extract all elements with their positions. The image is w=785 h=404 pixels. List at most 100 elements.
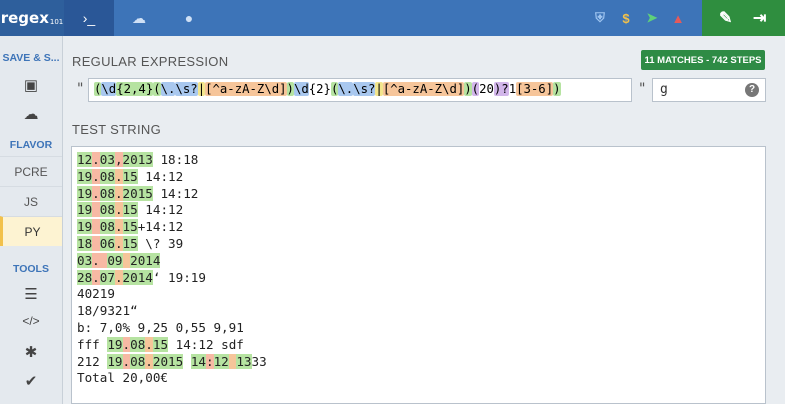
test-line: 19.08.15 14:12 <box>77 168 760 186</box>
match-segment: 12 <box>213 353 229 369</box>
test-line: 19.08.2015 14:12 <box>77 185 760 203</box>
flavor-pcre[interactable]: PCRE <box>0 156 62 186</box>
test-line: fff 19.08.15 14:12 sdf <box>77 336 760 354</box>
regex-token: \. <box>338 82 354 96</box>
cloud-upload-icon[interactable]: ☁ <box>0 105 62 123</box>
regex-input[interactable]: (\d{2,4}(\.\s?|[^a-zA-Z\d])\d{2}(\.\s?|[… <box>88 78 632 102</box>
test-line: 12.03,2013 18:18 <box>77 152 760 169</box>
text-segment: fff <box>77 336 108 352</box>
text-segment: 33 <box>251 353 267 369</box>
cloud-icon: ☁ <box>132 9 146 26</box>
regex-token: 1 <box>508 82 517 96</box>
match-segment: 03 <box>77 252 93 268</box>
check-icon[interactable]: ✔ <box>0 372 62 390</box>
match-segment: . <box>114 235 123 251</box>
regex-token: \s? <box>175 82 198 96</box>
match-segment: . <box>122 336 131 352</box>
text-segment: ‘ 19:19 <box>152 269 206 285</box>
account-bar: ✎ ⇥ <box>702 0 785 36</box>
logo-suffix: 101 <box>49 18 64 26</box>
test-line: 18 06.15 \? 39 <box>77 235 760 253</box>
save-section-heading: SAVE & S... <box>2 52 60 64</box>
tab-terminal[interactable]: ›_ <box>64 0 114 36</box>
regex-token: [3-6] <box>516 82 554 96</box>
flags-value: g <box>660 82 668 97</box>
regex-token: | <box>197 82 206 96</box>
tab-cloud[interactable]: ☁ <box>114 0 164 36</box>
match-segment: . <box>92 269 100 285</box>
text-segment: 14:12 sdf <box>168 336 244 352</box>
regex-token: [^a-zA-Z\d] <box>382 82 465 96</box>
test-line: 40219 <box>77 286 760 303</box>
match-segment: . <box>92 252 108 268</box>
shield-icon[interactable]: ⛨ <box>591 9 609 27</box>
match-segment <box>92 219 100 235</box>
match-segment: . <box>92 185 100 201</box>
match-segment: : <box>205 353 214 369</box>
match-count-badge: 11 MATCHES - 742 STEPS <box>641 50 765 70</box>
test-string-label: TEST STRING <box>72 122 162 137</box>
logo-text: regex <box>0 9 49 27</box>
test-line: 212 19.08.2015 14:12 1333 <box>77 353 760 371</box>
text-segment: 18/9321“ <box>77 303 138 319</box>
text-segment: 40219 <box>77 286 115 302</box>
help-icon[interactable]: ? <box>745 83 759 97</box>
flavor-py[interactable]: PY <box>0 216 62 246</box>
bug-icon[interactable]: ✱ <box>0 343 62 361</box>
match-segment: 15 <box>122 235 138 251</box>
match-segment: 07 <box>99 269 115 285</box>
match-segment: 2015 <box>122 185 153 201</box>
match-segment: 2015 <box>152 353 184 369</box>
match-segment: 15 <box>152 336 169 352</box>
sidebar: SAVE & S... ▣ ☁ FLAVOR PCRE JS PY TOOLS ☰ </… <box>0 36 63 404</box>
list-icon[interactable]: ☰ <box>0 285 62 303</box>
test-line: 19 08.15 14:12 <box>77 202 760 219</box>
tab-chat[interactable]: ● <box>164 0 214 36</box>
test-line: 28.07.2014‘ 19:19 <box>77 269 760 287</box>
flavor-js[interactable]: JS <box>0 186 62 216</box>
match-segment: 08 <box>99 185 115 201</box>
match-segment: 15 <box>122 219 138 235</box>
code-icon[interactable]: </> <box>0 314 62 328</box>
match-segment: 18 <box>77 235 93 251</box>
regex-token: [^a-zA-Z\d] <box>205 82 287 96</box>
match-segment: . <box>92 152 100 167</box>
regex-token: \s? <box>353 82 376 96</box>
match-segment: 08 <box>130 353 146 369</box>
regex-token: {2,4} <box>116 82 154 96</box>
warning-icon[interactable]: ▲ <box>669 9 687 27</box>
text-segment: \? 39 <box>137 235 184 251</box>
logo[interactable]: regex 101 <box>0 0 64 36</box>
text-segment: 14:12 <box>137 202 184 218</box>
test-string-input[interactable]: 12.03,2013 18:18 19.08.15 14:12 19.08.2015… <box>71 146 766 404</box>
match-segment: 08 <box>99 219 115 235</box>
text-segment: 14:12 <box>137 168 184 184</box>
test-line: b: 7,0% 9,25 0,55 9,91 <box>77 320 760 337</box>
save-icon[interactable]: ▣ <box>0 76 62 94</box>
match-segment: 13 <box>236 353 252 369</box>
dollar-icon[interactable]: $ <box>617 9 635 27</box>
match-segment: 19 <box>77 202 93 218</box>
test-line: 19 08.15+14:12 <box>77 219 760 236</box>
regex-token: | <box>375 82 383 96</box>
match-segment: . <box>122 353 131 369</box>
paper-plane-icon[interactable]: ➤ <box>643 9 661 27</box>
text-segment: 14:12 <box>152 185 199 201</box>
regex-token: \. <box>160 82 176 96</box>
text-segment: b: 7,0% 9,25 0,55 9,91 <box>77 319 244 335</box>
sign-in-icon[interactable]: ⇥ <box>753 8 766 28</box>
regex-token: \d <box>293 82 309 96</box>
regex-token: \d <box>101 82 117 96</box>
match-segment: 03 <box>99 152 115 167</box>
match-segment: . <box>145 336 153 352</box>
match-segment: . <box>92 168 100 184</box>
match-segment: 15 <box>122 202 138 218</box>
wrench-icon[interactable]: ✎ <box>719 8 732 28</box>
flags-input[interactable]: g ? <box>652 78 766 102</box>
match-segment: 06 <box>99 235 115 251</box>
test-line: 18/9321“ <box>77 303 760 320</box>
test-line: Total 20,00€ <box>77 370 760 387</box>
match-segment: 12 <box>77 152 93 167</box>
tools-heading: TOOLS <box>13 263 49 275</box>
terminal-icon: ›_ <box>82 10 96 26</box>
